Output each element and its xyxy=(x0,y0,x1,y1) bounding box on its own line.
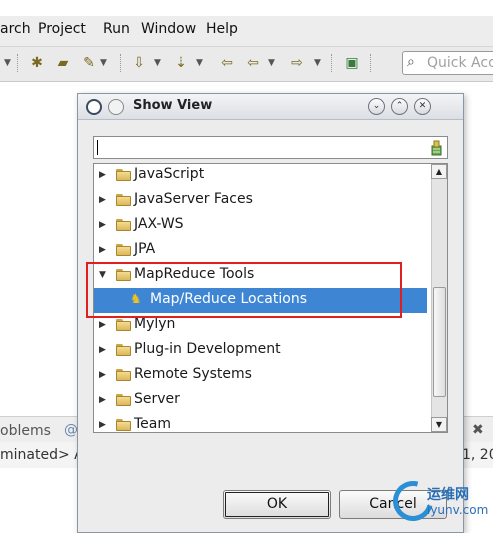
tree-item-label: JAX-WS xyxy=(134,216,184,232)
minimize-button[interactable]: ⌄ xyxy=(368,98,385,115)
back-icon[interactable]: ⇦ xyxy=(244,54,262,72)
watermark-text: 运维网 xyxy=(427,487,469,503)
expand-arrow-icon[interactable]: ▶ xyxy=(99,344,106,356)
toolbar-separator xyxy=(331,54,332,72)
folder-icon xyxy=(116,244,131,256)
folder-icon xyxy=(116,169,131,181)
tree-item-label: Plug-in Development xyxy=(134,341,281,357)
tree-item-remote-systems[interactable]: ▶ Remote Systems xyxy=(94,363,427,388)
expand-arrow-icon[interactable]: ▶ xyxy=(99,219,106,231)
tree-item-server[interactable]: ▶ Server xyxy=(94,388,427,413)
expand-arrow-icon[interactable]: ▶ xyxy=(99,194,106,206)
tree-item-label: JPA xyxy=(134,241,156,257)
expand-arrow-icon[interactable]: ▶ xyxy=(99,319,106,331)
dropdown-arrow-icon[interactable]: ▼ xyxy=(100,54,107,72)
dropdown-arrow-icon[interactable]: ▼ xyxy=(196,54,203,72)
folder-icon xyxy=(116,219,131,231)
problems-tab[interactable]: oblems xyxy=(0,423,51,439)
next-annotation-icon[interactable]: ⇣ xyxy=(172,54,190,72)
scroll-down-button[interactable]: ▼ xyxy=(431,417,447,432)
console-status-text: minated> A xyxy=(0,447,84,463)
watermark-logo: 运维网 iyunv.com xyxy=(385,473,493,529)
pin-icon[interactable] xyxy=(108,99,124,115)
dropdown-arrow-icon[interactable]: ▼ xyxy=(4,54,11,72)
tree-item-label: JavaServer Faces xyxy=(134,191,253,207)
filter-input[interactable] xyxy=(93,136,448,159)
toolbar-separator xyxy=(120,54,121,72)
menu-help[interactable]: Help xyxy=(206,21,238,37)
expand-arrow-icon[interactable]: ▶ xyxy=(99,369,106,381)
tree-item-javascript[interactable]: ▶ JavaScript xyxy=(94,163,427,188)
toolbar-separator xyxy=(370,54,371,72)
console-status-date: 1, 20 xyxy=(462,447,493,463)
ok-button[interactable]: OK xyxy=(223,490,331,519)
folder-icon xyxy=(116,419,131,431)
menu-search[interactable]: arch xyxy=(0,21,31,37)
search-icon: ⌕ xyxy=(407,54,415,70)
folder-icon xyxy=(116,369,131,381)
menu-run[interactable]: Run xyxy=(103,21,130,37)
javadoc-icon[interactable]: @ xyxy=(64,422,78,438)
expand-arrow-icon[interactable]: ▶ xyxy=(99,419,106,431)
expand-arrow-icon[interactable]: ▶ xyxy=(99,169,106,181)
tree-item-team[interactable]: ▶ Team xyxy=(94,413,427,432)
menu-window[interactable]: Window xyxy=(141,21,196,37)
tree-item-label: Mylyn xyxy=(134,316,176,332)
watermark-url: iyunv.com xyxy=(427,503,489,517)
wand-icon[interactable]: ✎ xyxy=(80,54,98,72)
tree-item-jax-ws[interactable]: ▶ JAX-WS xyxy=(94,213,427,238)
tree-item-plug-in-development[interactable]: ▶ Plug-in Development xyxy=(94,338,427,363)
expand-arrow-icon[interactable]: ▶ xyxy=(99,244,106,256)
quick-access-placeholder: Quick Acc xyxy=(427,55,493,71)
window-menu-icon[interactable] xyxy=(86,99,102,115)
clear-filter-icon[interactable] xyxy=(429,139,444,156)
tree-item-label: Server xyxy=(134,391,180,407)
dropdown-arrow-icon[interactable]: ▼ xyxy=(268,54,275,72)
annotation-highlight-box xyxy=(86,262,402,318)
remove-launch-icon[interactable]: ✖ xyxy=(472,422,484,438)
open-perspective-icon[interactable]: ▣ xyxy=(343,54,361,72)
editor-area xyxy=(463,82,493,416)
tree-item-label: JavaScript xyxy=(134,166,205,182)
scrollbar-thumb[interactable] xyxy=(433,287,446,397)
last-edit-icon[interactable]: ⇦ xyxy=(218,54,236,72)
tree-item-jpa[interactable]: ▶ JPA xyxy=(94,238,427,263)
tree-item-label: Remote Systems xyxy=(134,366,252,382)
scroll-up-button[interactable]: ▲ xyxy=(431,164,447,179)
tree-item-javaserver-faces[interactable]: ▶ JavaServer Faces xyxy=(94,188,427,213)
folder-icon xyxy=(116,394,131,406)
maximize-button[interactable]: ⌃ xyxy=(391,98,408,115)
annotation-icon[interactable]: ⇩ xyxy=(130,54,148,72)
forward-icon[interactable]: ⇨ xyxy=(288,54,306,72)
dialog-title: Show View xyxy=(133,98,213,113)
folder-icon xyxy=(116,319,131,331)
open-folder-icon[interactable]: ▰ xyxy=(54,54,72,72)
dropdown-arrow-icon[interactable]: ▼ xyxy=(154,54,161,72)
folder-icon xyxy=(116,194,131,206)
new-project-icon[interactable]: ✱ xyxy=(28,54,46,72)
quick-access-field[interactable]: ⌕ Quick Acc xyxy=(402,51,493,75)
menu-project[interactable]: Project xyxy=(38,21,86,37)
dropdown-arrow-icon[interactable]: ▼ xyxy=(314,54,321,72)
folder-icon xyxy=(116,344,131,356)
close-button[interactable]: ✕ xyxy=(414,98,431,115)
tree-item-label: Team xyxy=(134,416,172,432)
toolbar-separator xyxy=(17,54,18,72)
text-caret xyxy=(97,140,98,155)
expand-arrow-icon[interactable]: ▶ xyxy=(99,394,106,406)
